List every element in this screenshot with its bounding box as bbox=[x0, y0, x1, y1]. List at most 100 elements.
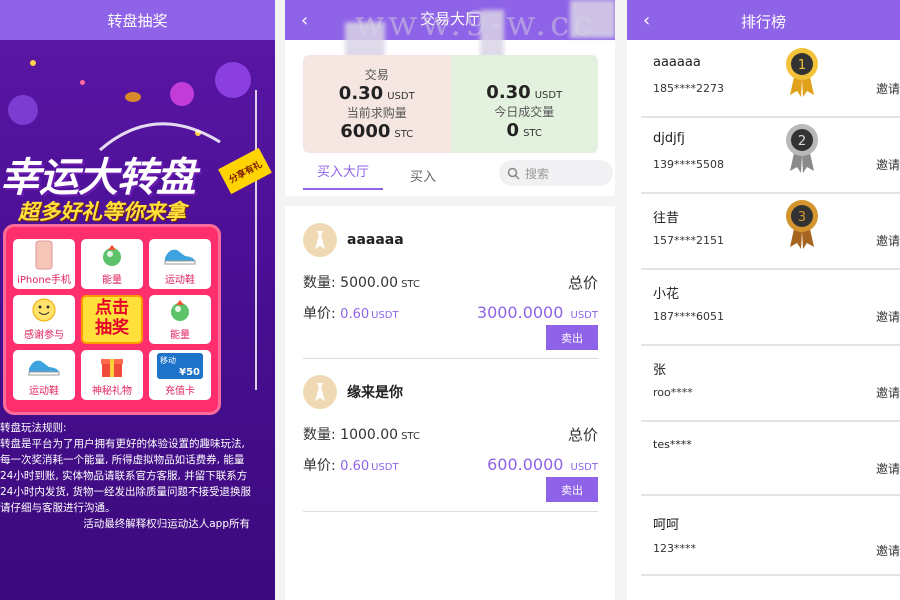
rank-name: 小花 bbox=[653, 287, 680, 302]
medal-rank-text: 2 bbox=[798, 134, 806, 149]
invite-link[interactable]: 邀请 bbox=[876, 542, 900, 559]
order-price: 单价: 0.60 USDT bbox=[303, 306, 399, 322]
invite-link[interactable]: 邀请 bbox=[876, 384, 900, 401]
search-input[interactable]: 搜索 bbox=[499, 160, 613, 186]
lottery-header: 转盘抽奖 bbox=[0, 0, 275, 40]
stats-right: 0.30 USDT 今日成交量 0 STC bbox=[450, 55, 598, 153]
prize-cell: 能量 bbox=[81, 239, 143, 289]
order-username: 缘来是你 bbox=[347, 385, 403, 401]
stat-value: 0.30 USDT bbox=[338, 83, 415, 104]
prize-cell: 神秘礼物 bbox=[81, 350, 143, 400]
ranking-header: ‹ 排行榜 bbox=[627, 0, 900, 40]
card-amount: ¥50 bbox=[179, 367, 200, 379]
search-placeholder: 搜索 bbox=[525, 166, 550, 181]
search-icon bbox=[507, 167, 520, 180]
energy-icon bbox=[167, 295, 193, 327]
tab-buy-hall[interactable]: 买入大厅 bbox=[303, 160, 383, 190]
blur-mosaic bbox=[570, 0, 615, 38]
medal-rank-text: 3 bbox=[798, 210, 806, 225]
prize-cell: iPhone手机 bbox=[13, 239, 75, 289]
gold-medal-icon: 1 bbox=[786, 48, 818, 97]
rank-phone: 187****6051 bbox=[653, 310, 724, 323]
rank-phone: 123**** bbox=[653, 542, 696, 555]
invite-link[interactable]: 邀请 bbox=[876, 308, 900, 325]
rank-name: 呵呵 bbox=[653, 518, 680, 533]
divider bbox=[303, 358, 598, 359]
rank-name: aaaaaa bbox=[653, 55, 701, 70]
card-text: 移动 bbox=[160, 356, 176, 366]
prize-cell: 运动鞋 bbox=[149, 239, 211, 289]
rules-line: 每一次奖消耗一个能量, 所得虚拟物品如话费券, 能量 bbox=[0, 454, 245, 466]
draw-button-label: 点击抽奖 bbox=[95, 297, 129, 338]
balloon-icon bbox=[8, 95, 38, 125]
invite-link[interactable]: 邀请 bbox=[876, 80, 900, 97]
watermark-text: www.9-w.cc bbox=[355, 4, 597, 44]
sell-button[interactable]: 卖出 bbox=[546, 477, 598, 502]
rules-footer: 活动最终解释权归运动达人app所有 bbox=[83, 518, 250, 530]
order-card: 缘来是你 数量: 1000.00 STC 总价 单价: 0.60 USDT 600.… bbox=[303, 372, 598, 502]
trading-tabs: 买入大厅 买入 搜索 bbox=[303, 160, 613, 190]
prize-cell: 感谢参与 bbox=[13, 294, 75, 345]
prize-grid: iPhone手机 能量 运动鞋 感谢参与 点击抽奖 能量 运动鞋 神秘礼物 移动… bbox=[6, 227, 218, 412]
lottery-panel: 转盘抽奖 幸运大转盘 超多好礼等你来拿 分享有礼 iPhone手机 能量 运动鞋… bbox=[0, 0, 275, 600]
sell-button[interactable]: 卖出 bbox=[546, 325, 598, 350]
stat-value: 0.30 USDT bbox=[486, 81, 563, 103]
stats-left: 交易 0.30 USDT 当前求购量 6000 STC bbox=[303, 55, 451, 153]
rules-line: 24小时内发货, 货物一经发出除质量问题不接受退换服 bbox=[0, 486, 252, 498]
order-total-label: 总价 bbox=[567, 274, 598, 292]
invite-link[interactable]: 邀请 bbox=[876, 232, 900, 249]
order-total: 600.0000 USDT bbox=[487, 455, 598, 474]
stat-value: 0 STC bbox=[506, 119, 542, 141]
frame-line bbox=[255, 90, 257, 390]
card-icon: 移动 ¥50 bbox=[157, 350, 203, 382]
stat-value: 6000 STC bbox=[340, 121, 414, 142]
ranking-header-title: 排行榜 bbox=[740, 13, 786, 31]
balloon-icon bbox=[170, 82, 194, 106]
rank-item[interactable]: djdjfj 139****5508 2 邀请 bbox=[641, 118, 900, 194]
draw-button[interactable]: 点击抽奖 bbox=[81, 294, 143, 345]
order-price: 单价: 0.60 USDT bbox=[303, 458, 399, 474]
share-tag-badge[interactable]: 分享有礼 bbox=[218, 147, 272, 195]
prize-label: 感谢参与 bbox=[24, 330, 64, 342]
tab-buy[interactable]: 买入 bbox=[383, 166, 463, 185]
stat-label: 当前求购量 bbox=[346, 106, 407, 120]
energy-icon bbox=[99, 239, 125, 271]
confetti-icon bbox=[125, 92, 141, 102]
stat-label: 今日成交量 bbox=[494, 104, 555, 119]
trading-panel: ‹ 交易大厅 www.9-w.cc 交易 0.30 USDT 当前求购量 6000… bbox=[285, 0, 615, 600]
bronze-medal-icon: 3 bbox=[786, 200, 818, 249]
confetti-icon bbox=[30, 60, 36, 66]
stat-label: 交易 bbox=[364, 68, 389, 82]
prize-label: 运动鞋 bbox=[29, 386, 59, 397]
prize-cell: 运动鞋 bbox=[13, 350, 75, 400]
rank-item[interactable]: 小花 187****6051 邀请 bbox=[641, 270, 900, 346]
avatar bbox=[303, 375, 337, 409]
rank-item[interactable]: 呵呵 123**** 邀请 bbox=[641, 498, 900, 576]
silver-medal-icon: 2 bbox=[786, 124, 818, 173]
rank-item[interactable]: tes**** 邀请 bbox=[641, 422, 900, 496]
lottery-big-title: 幸运大转盘 bbox=[0, 154, 196, 201]
balloon-icon bbox=[215, 62, 251, 98]
invite-link[interactable]: 邀请 bbox=[876, 156, 900, 173]
order-total: 3000.0000 USDT bbox=[476, 303, 598, 322]
rank-item[interactable]: 张 roo**** 邀请 bbox=[641, 346, 900, 422]
invite-link[interactable]: 邀请 bbox=[876, 460, 900, 477]
section-divider bbox=[285, 196, 615, 206]
rules-line: 转盘是平台为了用户拥有更好的体验设置的趣味玩法, bbox=[0, 438, 245, 450]
rules-line: 转盘玩法规则: bbox=[0, 422, 67, 434]
rank-name: 往昔 bbox=[653, 211, 680, 226]
order-card: aaaaaa 数量: 5000.00 STC 总价 单价: 0.60 USDT 30… bbox=[303, 220, 598, 350]
rules-text: 转盘玩法规则: 转盘是平台为了用户拥有更好的体验设置的趣味玩法, 每一次奖消耗一… bbox=[0, 420, 270, 532]
rank-item[interactable]: 往昔 157****2151 3 邀请 bbox=[641, 194, 900, 270]
medal-rank-text: 1 bbox=[798, 58, 806, 73]
order-username: aaaaaa bbox=[347, 232, 404, 248]
rank-item[interactable]: aaaaaa 185****2273 1 邀请 bbox=[641, 42, 900, 118]
confetti-icon bbox=[80, 80, 85, 85]
lottery-subtitle: 超多好礼等你来拿 bbox=[18, 200, 186, 224]
rank-name: 张 bbox=[653, 363, 667, 378]
lottery-header-title: 转盘抽奖 bbox=[107, 11, 168, 30]
rank-phone: 139****5508 bbox=[653, 158, 724, 171]
shoe-icon bbox=[163, 239, 197, 271]
rank-name: djdjfj bbox=[653, 131, 685, 146]
prize-label: iPhone手机 bbox=[17, 274, 71, 286]
